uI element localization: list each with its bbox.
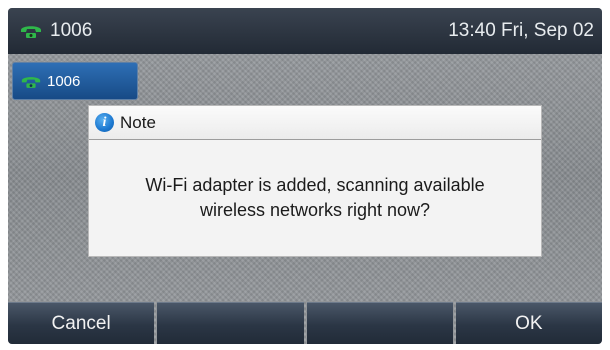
softkey-bar: Cancel OK (8, 302, 602, 344)
dialog-title-bar: i Note (89, 106, 541, 140)
phone-handset-icon (19, 73, 43, 90)
cancel-softkey[interactable]: Cancel (8, 302, 155, 344)
dialog-message: Wi-Fi adapter is added, scanning availab… (89, 140, 541, 256)
dialog-message-line1: Wi-Fi adapter is added, scanning availab… (145, 175, 485, 195)
empty-softkey-2[interactable] (157, 302, 304, 344)
phone-handset-icon (18, 22, 44, 40)
account-label: 1006 (50, 20, 93, 41)
line-key-1006[interactable]: 1006 (12, 62, 138, 100)
dialog-message-line2: wireless networks right now? (199, 200, 431, 220)
clock-date: 13:40 Fri, Sep 02 (448, 20, 594, 41)
empty-softkey-3[interactable] (306, 302, 453, 344)
info-icon: i (95, 113, 114, 132)
status-bar: 1006 13:40 Fri, Sep 02 (8, 8, 602, 54)
note-dialog: i Note Wi-Fi adapter is added, scanning … (88, 105, 542, 257)
line-key-label: 1006 (47, 72, 81, 90)
phone-screen: 1006 13:40 Fri, Sep 02 1006 i Note Wi-Fi… (8, 8, 602, 344)
ok-softkey[interactable]: OK (455, 302, 602, 344)
dialog-title: Note (120, 112, 156, 132)
